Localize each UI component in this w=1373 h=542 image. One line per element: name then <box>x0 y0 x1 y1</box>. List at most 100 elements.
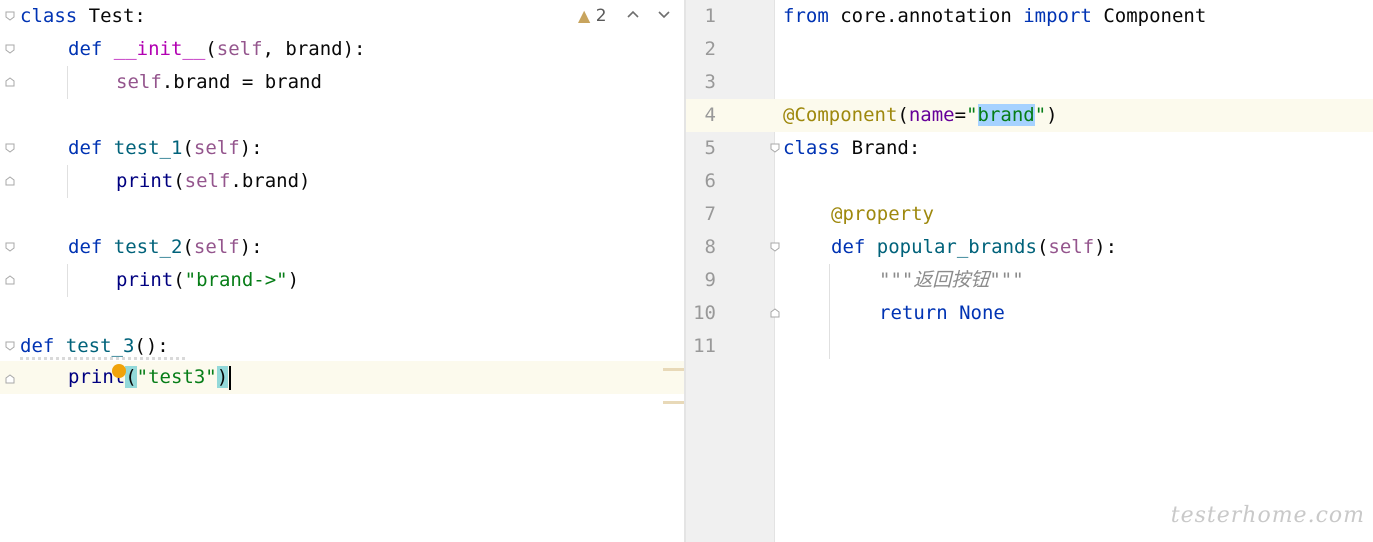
punctuation: ( <box>182 236 194 258</box>
line-number: 5 <box>704 137 716 159</box>
indent-guide <box>67 165 68 198</box>
line-number: 3 <box>704 71 716 93</box>
fold-start-icon[interactable] <box>5 44 15 54</box>
keyword: def <box>20 335 55 357</box>
keyword-argument: name <box>908 104 955 126</box>
fold-end-icon[interactable] <box>5 176 15 186</box>
code-line[interactable]: def test_1(self): <box>68 132 263 165</box>
code-line[interactable]: def test_2(self): <box>68 231 263 264</box>
line-number: 8 <box>704 236 716 258</box>
code-line[interactable]: class Brand: <box>783 132 920 165</box>
intention-bulb-icon[interactable] <box>112 364 126 378</box>
code-line[interactable]: def test_3(): <box>20 330 169 363</box>
fold-end-icon[interactable] <box>5 275 15 285</box>
keyword: def <box>68 236 103 258</box>
keyword: def <box>68 137 103 159</box>
code-line[interactable]: return None <box>879 297 1005 330</box>
code-line[interactable]: from core.annotation import Component <box>783 0 1206 33</box>
fold-start-icon[interactable] <box>770 143 780 153</box>
class-name: Brand: <box>840 137 921 159</box>
code-line[interactable]: def __init__(self, brand): <box>68 33 365 66</box>
punctuation: ( <box>173 170 185 192</box>
string-literal: "brand->" <box>184 269 288 291</box>
fold-end-icon[interactable] <box>5 77 15 87</box>
string-quote: " <box>966 104 978 126</box>
code-line[interactable]: @property <box>831 198 934 231</box>
string-literal: "test3" <box>136 366 217 388</box>
code-line[interactable]: @Component(name="brand") <box>783 99 1058 132</box>
line-number: 11 <box>693 335 716 357</box>
code-line[interactable]: self.brand = brand <box>116 66 322 99</box>
keyword: return <box>879 302 948 324</box>
code-line[interactable]: """返回按钮""" <box>879 264 1024 297</box>
brace-match: ) <box>216 366 229 388</box>
line-number: 2 <box>704 38 716 60</box>
punctuation: ( <box>182 137 194 159</box>
selected-text: brand <box>977 104 1035 126</box>
punctuation: ) <box>287 269 300 291</box>
none-literal: None <box>959 302 1005 324</box>
fold-start-icon[interactable] <box>5 11 15 21</box>
module-name: core.annotation <box>828 5 1024 27</box>
keyword: import <box>1023 5 1092 27</box>
next-highlight-icon[interactable] <box>657 6 671 25</box>
builtin-name: print <box>116 170 174 192</box>
scrollbar-marker[interactable] <box>663 368 684 371</box>
fold-end-icon[interactable] <box>5 374 15 384</box>
keyword: class <box>20 5 78 27</box>
keyword: from <box>783 5 829 27</box>
line-number: 1 <box>704 5 716 27</box>
left-editor-pane[interactable]: ▲ 2 class Test: def __init__(self, brand… <box>0 0 684 542</box>
punctuation: ( <box>205 38 217 60</box>
code-text: .brand) <box>230 170 311 192</box>
line-number: 10 <box>693 302 716 324</box>
fold-start-icon[interactable] <box>5 242 15 252</box>
code-text: , brand): <box>262 38 366 60</box>
code-line[interactable]: print("test3") <box>68 361 232 394</box>
function-name: test_1 <box>113 137 183 159</box>
self-param: self <box>1048 236 1095 258</box>
fold-start-icon[interactable] <box>770 242 780 252</box>
code-line[interactable]: print("brand->") <box>116 264 299 297</box>
indent-guide <box>829 264 830 359</box>
keyword: def <box>68 38 103 60</box>
code-text: ): <box>239 137 263 159</box>
self-param: self <box>116 71 162 93</box>
self-param: self <box>193 137 240 159</box>
indent-guide <box>67 264 68 297</box>
punctuation: = <box>954 104 967 126</box>
decorator: @property <box>831 203 934 225</box>
code-line[interactable]: def popular_brands(self): <box>831 231 1117 264</box>
warning-icon: ▲ <box>578 6 591 25</box>
code-text: (): <box>134 335 169 357</box>
function-name: test_3 <box>65 335 135 357</box>
code-text: .brand = brand <box>161 71 322 93</box>
fold-start-icon[interactable] <box>5 143 15 153</box>
decorator: @Component <box>783 104 898 126</box>
code-line[interactable]: print(self.brand) <box>116 165 311 198</box>
imported-name: Component <box>1091 5 1207 27</box>
brace-match: ( <box>125 366 137 388</box>
function-name: test_2 <box>113 236 183 258</box>
punctuation: ( <box>897 104 909 126</box>
previous-highlight-icon[interactable] <box>626 6 640 25</box>
docstring: """返回按钮""" <box>879 269 1024 291</box>
line-number: 6 <box>704 170 716 192</box>
inspection-widget[interactable]: ▲ 2 <box>578 6 607 26</box>
indent-guide <box>67 66 68 99</box>
self-param: self <box>216 38 263 60</box>
code-line[interactable]: class Test: <box>20 0 146 33</box>
line-number: 4 <box>704 104 716 126</box>
punctuation: ) <box>1046 104 1058 126</box>
right-editor-pane[interactable]: 1 2 3 4 5 6 7 8 9 10 11 from core.annota… <box>686 0 1373 542</box>
fold-end-icon[interactable] <box>770 308 780 318</box>
scrollbar-marker[interactable] <box>663 401 684 404</box>
line-number: 9 <box>704 269 716 291</box>
fold-start-icon[interactable] <box>5 341 15 351</box>
punctuation: ( <box>1036 236 1049 258</box>
class-name: Test: <box>77 5 146 27</box>
self-param: self <box>193 236 240 258</box>
line-number: 7 <box>704 203 716 225</box>
code-text: ): <box>1094 236 1118 258</box>
keyword: def <box>831 236 866 258</box>
